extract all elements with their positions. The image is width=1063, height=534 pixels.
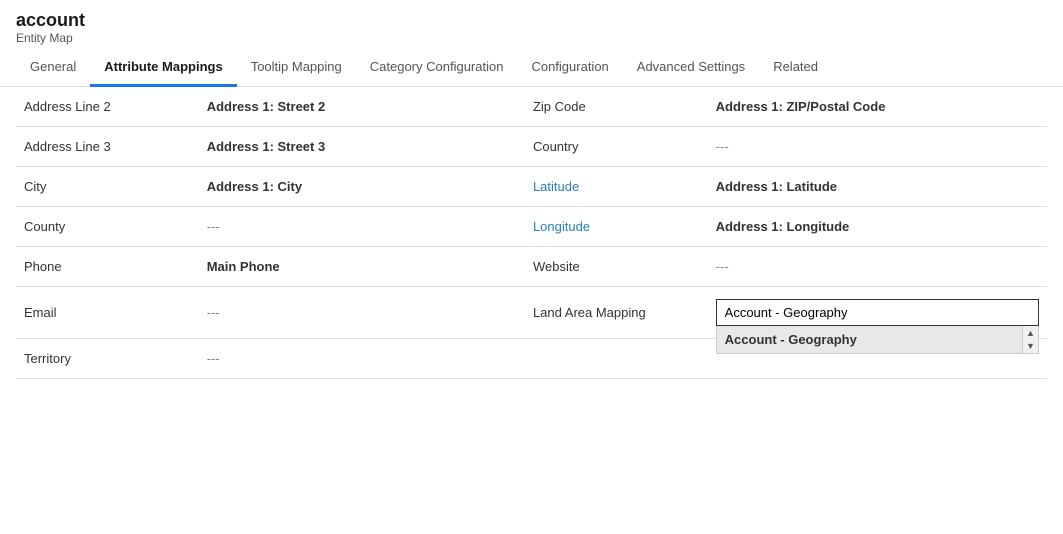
left-label: Territory xyxy=(16,339,199,379)
table-row: CityAddress 1: City LatitudeAddress 1: La… xyxy=(16,167,1047,207)
right-value: Address 1: ZIP/Postal Code xyxy=(708,87,1047,127)
left-label: Phone xyxy=(16,247,199,287)
right-label: Website xyxy=(525,247,708,287)
col-divider xyxy=(486,247,525,287)
page-header: account Entity Map xyxy=(0,0,1063,45)
left-value: Address 1: Street 2 xyxy=(199,87,486,127)
dropdown-list: Account - Geography▲▼ xyxy=(716,326,1039,354)
left-label: Address Line 2 xyxy=(16,87,199,127)
tab-category-configuration[interactable]: Category Configuration xyxy=(356,49,518,87)
table-row: Address Line 3Address 1: Street 3 Country… xyxy=(16,127,1047,167)
left-label: City xyxy=(16,167,199,207)
col-divider xyxy=(486,127,525,167)
page-title: account xyxy=(16,10,1047,31)
land-area-mapping-input[interactable] xyxy=(716,299,1039,326)
left-value: --- xyxy=(199,207,486,247)
left-label: Email xyxy=(16,287,199,339)
col-divider xyxy=(486,207,525,247)
right-value: --- xyxy=(708,247,1047,287)
table-row: Email--- Land Area Mapping Account - Geogr… xyxy=(16,287,1047,339)
right-label: Country xyxy=(525,127,708,167)
right-label: Zip Code xyxy=(525,87,708,127)
table-row: PhoneMain Phone Website--- xyxy=(16,247,1047,287)
right-label[interactable]: Longitude xyxy=(525,207,708,247)
right-value: --- xyxy=(708,127,1047,167)
col-divider xyxy=(486,87,525,127)
tab-related[interactable]: Related xyxy=(759,49,832,87)
right-label xyxy=(525,339,708,379)
left-label: County xyxy=(16,207,199,247)
tab-advanced-settings[interactable]: Advanced Settings xyxy=(623,49,759,87)
tab-attribute-mappings[interactable]: Attribute Mappings xyxy=(90,49,236,87)
dropdown-container: Account - Geography▲▼☞ xyxy=(716,299,1039,326)
right-value: Address 1: Longitude xyxy=(708,207,1047,247)
tab-general[interactable]: General xyxy=(16,49,90,87)
col-divider xyxy=(486,287,525,339)
left-value: Address 1: Street 3 xyxy=(199,127,486,167)
col-divider xyxy=(486,167,525,207)
main-content: Address Line 2Address 1: Street 2 Zip Cod… xyxy=(0,87,1063,379)
left-label: Address Line 3 xyxy=(16,127,199,167)
tab-bar: GeneralAttribute MappingsTooltip Mapping… xyxy=(0,49,1063,87)
right-value[interactable]: Account - Geography▲▼☞ xyxy=(708,287,1047,339)
dropdown-option[interactable]: Account - Geography xyxy=(717,326,1022,353)
tab-configuration[interactable]: Configuration xyxy=(517,49,622,87)
right-value: Address 1: Latitude xyxy=(708,167,1047,207)
left-value: --- xyxy=(199,339,486,379)
left-value: Address 1: City xyxy=(199,167,486,207)
right-label: Land Area Mapping xyxy=(525,287,708,339)
scroll-down-arrow[interactable]: ▼ xyxy=(1026,341,1035,351)
left-value: Main Phone xyxy=(199,247,486,287)
table-row: Address Line 2Address 1: Street 2 Zip Cod… xyxy=(16,87,1047,127)
left-value: --- xyxy=(199,287,486,339)
table-row: County--- LongitudeAddress 1: Longitude xyxy=(16,207,1047,247)
dropdown-scrollbar[interactable]: ▲▼ xyxy=(1022,326,1038,353)
right-label[interactable]: Latitude xyxy=(525,167,708,207)
scroll-up-arrow[interactable]: ▲ xyxy=(1026,328,1035,338)
page-subtitle: Entity Map xyxy=(16,31,1047,45)
tab-tooltip-mapping[interactable]: Tooltip Mapping xyxy=(237,49,356,87)
col-divider xyxy=(486,339,525,379)
mapping-table: Address Line 2Address 1: Street 2 Zip Cod… xyxy=(16,87,1047,379)
